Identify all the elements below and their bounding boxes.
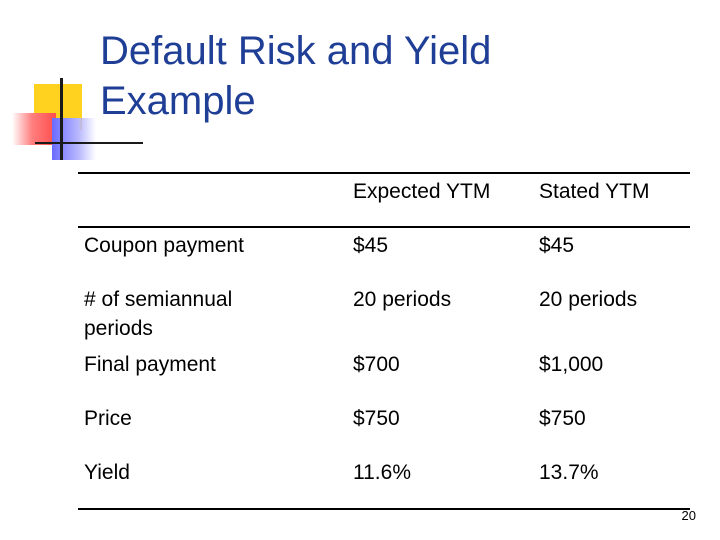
cell-yield-expected: 11.6% bbox=[353, 461, 411, 484]
row-label-semiannual-periods-line2: periods bbox=[84, 317, 153, 340]
cell-coupon-stated: $45 bbox=[539, 234, 575, 257]
cell-yield-stated: 13.7% bbox=[539, 461, 599, 484]
table-header-rule bbox=[78, 226, 690, 228]
decorative-red-bar bbox=[12, 113, 56, 145]
row-label-semiannual-periods-line1: # of semiannual bbox=[84, 288, 233, 311]
title-line-1: Default Risk and Yield bbox=[100, 29, 492, 73]
decorative-vertical-line bbox=[60, 78, 63, 160]
table-bottom-rule bbox=[78, 508, 690, 510]
row-label-coupon-payment: Coupon payment bbox=[84, 234, 244, 257]
slide-title: Default Risk and Yield Example bbox=[100, 26, 491, 126]
cell-price-stated: $750 bbox=[539, 407, 586, 430]
cell-coupon-expected: $45 bbox=[353, 234, 389, 257]
row-label-yield: Yield bbox=[84, 461, 130, 484]
table-top-rule bbox=[78, 172, 690, 174]
page-number: 20 bbox=[681, 508, 696, 523]
cell-price-expected: $750 bbox=[353, 407, 400, 430]
row-label-price: Price bbox=[84, 407, 132, 430]
cell-periods-stated: 20 periods bbox=[539, 288, 638, 311]
title-line-2: Example bbox=[100, 79, 256, 123]
row-label-final-payment: Final payment bbox=[84, 353, 216, 376]
header-expected-ytm: Expected YTM bbox=[353, 180, 491, 203]
decorative-horizontal-line bbox=[35, 142, 143, 144]
cell-final-stated: $1,000 bbox=[539, 353, 604, 376]
cell-periods-expected: 20 periods bbox=[353, 288, 452, 311]
cell-final-expected: $700 bbox=[353, 353, 400, 376]
decorative-blue-square bbox=[52, 118, 96, 160]
header-stated-ytm: Stated YTM bbox=[539, 180, 650, 203]
